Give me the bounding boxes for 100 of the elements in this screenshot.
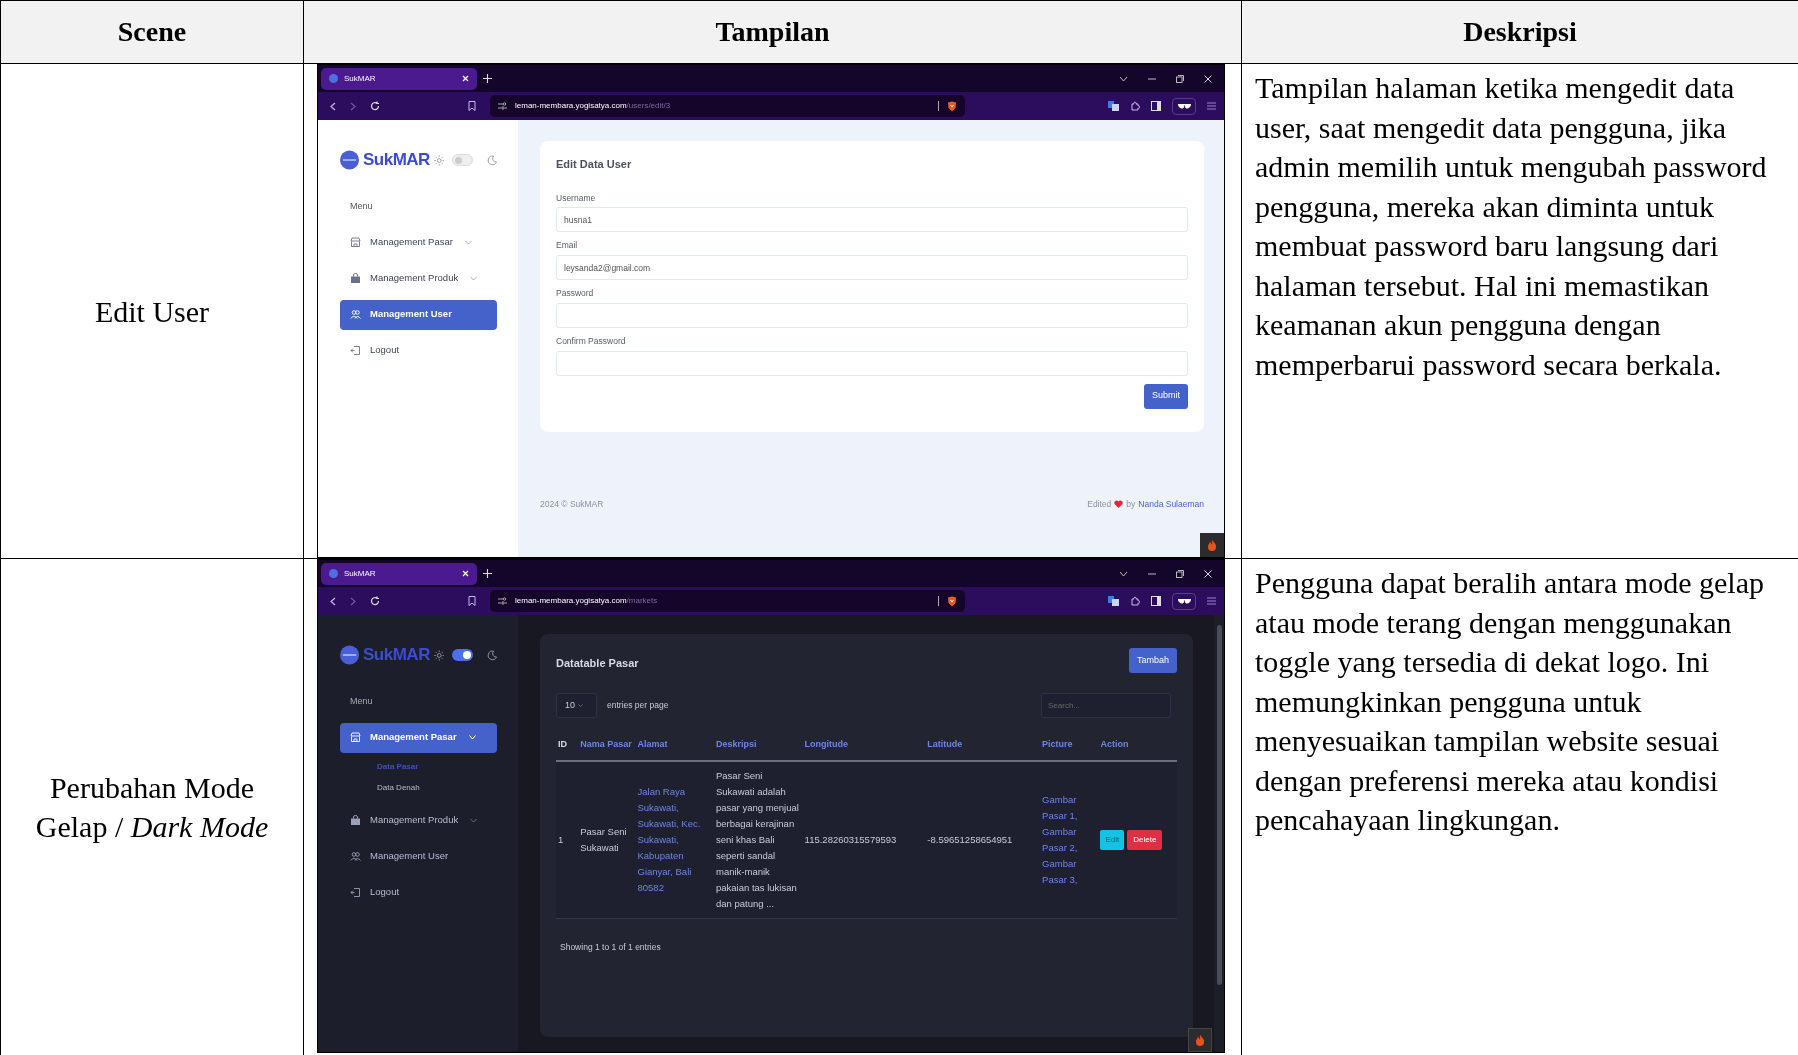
sidebar-item[interactable]: Management User (340, 841, 497, 872)
restore-icon[interactable] (1176, 569, 1184, 578)
url-text: leman-membara.yogisatya.com/markets (515, 595, 659, 607)
scene-name: Edit User (94, 293, 210, 330)
column-header[interactable]: Longitude (804, 738, 849, 749)
close-icon (462, 570, 469, 577)
footer-text: 2024 © SukMAR (540, 498, 604, 511)
close-icon[interactable] (1204, 74, 1212, 83)
browser-tab[interactable]: SukMAR (321, 562, 477, 585)
edit-button[interactable]: Edit (1100, 830, 1125, 850)
column-header: Deskripsi (1463, 15, 1577, 49)
address-bar[interactable]: leman-membara.yogisatya.com/users/edit/3 (490, 95, 965, 117)
footer-text: Edited (1087, 498, 1112, 511)
favicon-icon (329, 569, 338, 578)
column-header[interactable]: Latitude (927, 738, 963, 749)
page-size-select[interactable]: 10 (556, 693, 597, 718)
submit-button[interactable]: Submit (1144, 383, 1188, 409)
input-field[interactable] (556, 350, 1188, 376)
theme-toggle[interactable] (452, 154, 473, 166)
reload-icon[interactable] (370, 596, 380, 606)
site-settings-icon (498, 102, 507, 110)
sidebar-item[interactable]: Management Pasar (340, 227, 497, 258)
sidebar-icon[interactable] (1151, 596, 1161, 606)
chevron-down-icon[interactable] (1119, 570, 1128, 577)
restore-icon[interactable] (1176, 74, 1184, 83)
moon-icon (486, 649, 497, 661)
new-tab-icon[interactable] (483, 569, 492, 578)
heart-icon (1114, 500, 1124, 509)
footer-text: by (1126, 498, 1136, 511)
back-icon[interactable] (330, 596, 336, 606)
chevron-down-icon[interactable] (1119, 75, 1128, 82)
theme-toggle[interactable] (452, 649, 473, 661)
sidebar-item[interactable]: Management Produk (340, 805, 497, 836)
debug-badge[interactable] (1200, 533, 1224, 557)
bag-icon (350, 273, 361, 284)
glasses-icon[interactable] (1177, 103, 1191, 109)
input-field[interactable]: husna1 (556, 207, 1188, 233)
sidebar-item[interactable]: Logout (340, 335, 497, 366)
table-cell-text: Pasar Seni Sukawati (580, 825, 628, 855)
picture-link[interactable]: Gambar Pasar 2, (1042, 824, 1097, 856)
translate-icon[interactable] (1108, 596, 1119, 606)
shield-icon (947, 595, 957, 607)
delete-button[interactable]: Delete (1127, 830, 1163, 850)
picture-link[interactable]: Gambar Pasar 1, (1042, 792, 1097, 824)
search-field[interactable]: Search... (1041, 693, 1171, 718)
logout-icon (350, 345, 361, 356)
new-tab-icon[interactable] (483, 74, 492, 83)
input-field[interactable]: leysanda2@gmail.com (556, 255, 1188, 280)
chevron-icon (464, 240, 472, 245)
column-header[interactable]: Action (1100, 738, 1129, 749)
column-header[interactable]: Picture (1042, 738, 1073, 749)
column-header[interactable]: Nama Pasar (580, 738, 632, 749)
sidebar-item[interactable]: Management User (340, 299, 497, 330)
author-link[interactable]: Nanda Sulaeman (1138, 498, 1204, 511)
moon-icon (486, 154, 497, 166)
description-text: Pengguna dapat beralih antara mode gelap atau mode terang dengan menggunakan toggle yang tersedia di dekat logo. Ini memungkinkan pengguna untuk menyesuaikan tampilan website sesuai dengan preferensi mereka atau kondisi pencahayaan lingkungan. (1255, 565, 1765, 838)
sidebar-item[interactable]: Management Produk (340, 263, 497, 294)
debug-badge[interactable] (1188, 1028, 1212, 1052)
forward-icon[interactable] (350, 596, 356, 606)
flame-icon (1207, 539, 1217, 551)
minimize-icon[interactable] (1148, 572, 1156, 575)
address-bar[interactable]: leman-membara.yogisatya.com/markets (490, 590, 965, 612)
back-icon[interactable] (330, 101, 336, 111)
menu-heading: Menu (350, 695, 374, 708)
column-header[interactable]: Deskripsi (716, 738, 757, 749)
column-header[interactable]: Alamat (637, 738, 668, 749)
puzzle-icon[interactable] (1130, 596, 1140, 606)
bookmark-icon[interactable] (468, 101, 476, 111)
picture-link[interactable]: Gambar Pasar 3, (1042, 856, 1097, 888)
minimize-icon[interactable] (1148, 77, 1156, 80)
forward-icon[interactable] (350, 101, 356, 111)
input-field[interactable] (556, 302, 1188, 328)
submenu-item[interactable]: Data Denah (377, 781, 497, 794)
column-header: Tampilan (715, 15, 830, 49)
logo-icon (340, 645, 359, 665)
table-cell-text: Pasar Seni Sukawati adalah pasar yang menjual berbagai kerajinan seni khas Bali seperti sandal manik-manik pakaian tas lukisan dan patung ... (716, 769, 800, 911)
puzzle-icon[interactable] (1130, 101, 1140, 111)
close-icon[interactable] (1204, 569, 1212, 578)
sidebar-item[interactable]: Logout (340, 877, 497, 908)
caret-icon (578, 704, 583, 707)
bag-icon (350, 815, 361, 826)
glasses-icon[interactable] (1177, 598, 1191, 604)
logout-icon (350, 887, 361, 898)
reload-icon[interactable] (370, 101, 380, 111)
address-link[interactable]: Jalan Raya Sukawati, Sukawati, Kec. Sukawati, Kabupaten Gianyar, Bali 80582 (637, 784, 712, 896)
scene-name: Perubahan Mode Gelap / Dark Mode (34, 770, 270, 845)
bookmark-icon[interactable] (468, 596, 476, 606)
field-label: Password (556, 287, 595, 300)
add-button[interactable]: Tambah (1128, 648, 1177, 673)
translate-icon[interactable] (1108, 101, 1119, 111)
scrollbar[interactable] (1214, 615, 1224, 1052)
browser-tab[interactable]: SukMAR (321, 67, 477, 90)
flame-icon (1195, 1034, 1205, 1046)
close-icon (462, 75, 469, 82)
sidebar-icon[interactable] (1151, 101, 1161, 111)
shield-icon (947, 100, 957, 112)
favicon-icon (329, 74, 338, 83)
column-header[interactable]: ID (558, 738, 567, 749)
sidebar-item[interactable]: Management Pasar (340, 722, 497, 753)
field-label: Confirm Password (556, 334, 627, 348)
